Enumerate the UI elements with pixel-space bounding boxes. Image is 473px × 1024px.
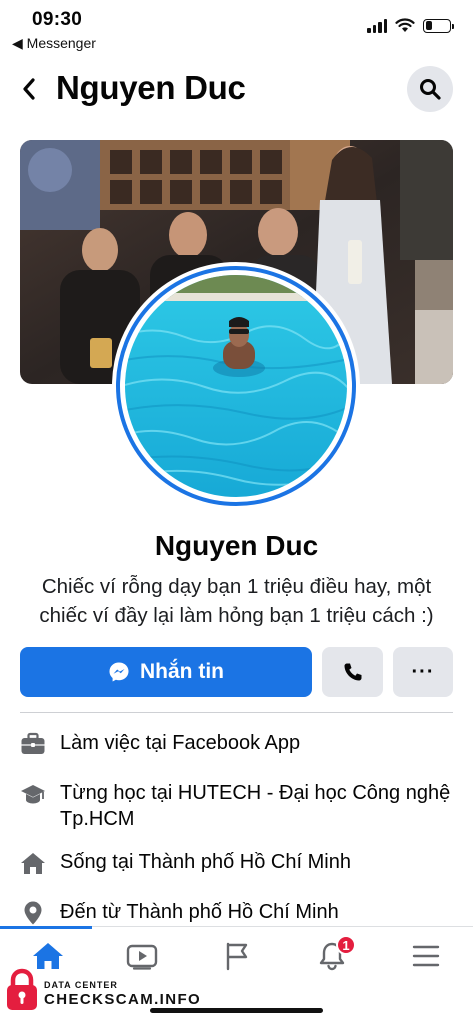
house-icon [20,850,46,876]
wifi-icon [395,18,415,32]
watermark-brand-text: CHECKSCAM.INFO [44,991,202,1008]
messenger-icon [109,662,129,682]
message-button-label: Nhắn tin [140,660,224,683]
battery-icon [423,18,454,33]
search-icon [420,79,441,100]
profile-name: Nguyen Duc [154,530,319,561]
menu-icon [412,945,440,967]
info-item-lives[interactable]: Sống tại Thành phố Hồ Chí Minh [20,849,453,876]
avatar[interactable] [112,262,360,510]
info-item-education[interactable]: Từng học tại HUTECH - Đại học Công nghệ … [20,780,453,832]
page-title: Nguyen Duc [56,69,246,106]
home-indicator [150,1008,323,1013]
tab-pages[interactable] [207,933,267,979]
phone-icon [344,663,361,681]
search-button[interactable] [407,66,453,112]
signal-icon [367,18,387,33]
story-ring [116,266,356,506]
profile-bio: Chiếc ví rỗng dạy bạn 1 triệu điều hay, … [39,575,434,627]
divider [20,712,453,713]
info-education-text: Từng học tại HUTECH - Đại học Công nghệ … [60,782,451,830]
location-pin-icon [20,900,46,926]
call-button[interactable] [322,647,383,697]
status-bar: 09:30 ◀ Messenger [0,0,473,56]
flag-icon [226,942,248,971]
watermark-small-text: DATA CENTER [44,980,118,990]
info-lives-text: Sống tại Thành phố Hồ Chí Minh [60,851,351,873]
graduation-cap-icon [20,781,46,807]
profile-picture [125,275,347,497]
status-icons [367,18,454,33]
tab-notifications[interactable]: 1 [302,933,362,979]
back-button[interactable] [14,74,44,104]
back-to-messenger-link[interactable]: ◀ Messenger [12,35,96,52]
message-button[interactable]: Nhắn tin [20,647,312,697]
lock-icon [7,968,37,1010]
chevron-left-icon [23,78,35,100]
profile-actions: Nhắn tin ··· [20,647,453,697]
info-item-work[interactable]: Làm việc tại Facebook App [20,730,453,757]
notification-badge: 1 [336,935,356,955]
more-options-button[interactable]: ··· [393,647,453,697]
status-time: 09:30 [32,9,83,30]
info-from-text: Đến từ Thành phố Hồ Chí Minh [60,901,339,923]
profile-header: Nguyen Duc [0,62,473,118]
info-item-from[interactable]: Đến từ Thành phố Hồ Chí Minh [20,899,453,926]
info-work-text: Làm việc tại Facebook App [60,732,301,754]
briefcase-icon [20,731,46,757]
active-tab-indicator [0,926,92,929]
tab-menu[interactable] [396,933,456,979]
